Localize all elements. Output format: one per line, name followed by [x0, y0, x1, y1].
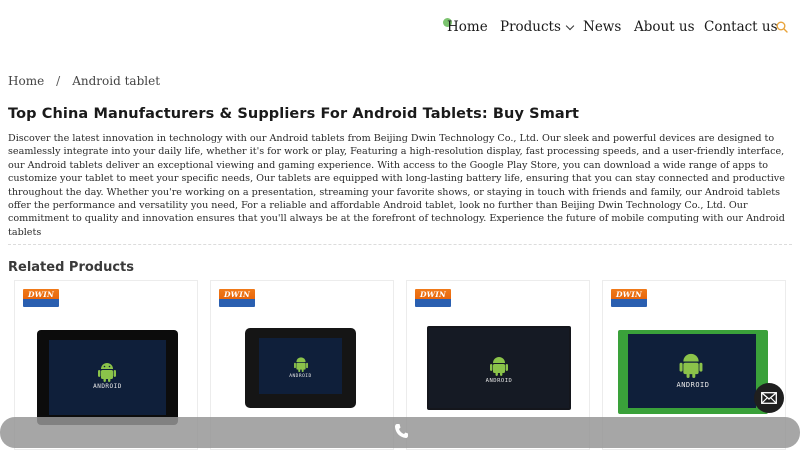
search-icon[interactable]	[776, 21, 788, 33]
page-title: Top China Manufacturers & Suppliers For …	[8, 106, 580, 122]
nav-about-link[interactable]: About us	[634, 19, 695, 35]
android-robot-icon	[679, 353, 703, 378]
breadcrumb-current: Android tablet	[72, 74, 161, 88]
nav-home-link[interactable]: Home	[447, 19, 488, 35]
android-robot-icon	[98, 363, 116, 382]
mail-icon	[761, 392, 777, 404]
android-robot-icon	[490, 357, 508, 376]
nav-contact-link[interactable]: Contact us	[704, 19, 778, 35]
product-image: ANDROID	[427, 326, 571, 410]
android-wordmark: ANDROID	[485, 378, 513, 384]
phone-icon[interactable]	[394, 423, 408, 439]
nav-products-menu[interactable]: Products	[500, 19, 575, 35]
related-products-title: Related Products	[8, 260, 135, 275]
breadcrumb: Home / Android tablet	[8, 74, 160, 88]
nav-products-label: Products	[500, 19, 561, 35]
mail-button[interactable]	[754, 383, 784, 413]
section-divider	[8, 244, 792, 245]
page-description: Discover the latest innovation in techno…	[8, 133, 785, 238]
dwin-logo: DWIN	[23, 289, 59, 307]
dwin-logo: DWIN	[219, 289, 255, 307]
android-wordmark: ANDROID	[676, 381, 710, 389]
product-image: ANDROID	[618, 330, 768, 414]
nav-news-link[interactable]: News	[583, 19, 621, 35]
chevron-down-icon	[565, 21, 575, 30]
breadcrumb-home-link[interactable]: Home	[8, 74, 44, 88]
dwin-logo: DWIN	[611, 289, 647, 307]
dwin-logo: DWIN	[415, 289, 451, 307]
breadcrumb-separator: /	[56, 74, 61, 88]
android-robot-icon	[294, 357, 308, 372]
product-image: ANDROID	[245, 328, 356, 408]
product-image: ANDROID	[37, 330, 178, 425]
android-wordmark: ANDROID	[289, 374, 312, 379]
android-wordmark: ANDROID	[93, 383, 122, 390]
